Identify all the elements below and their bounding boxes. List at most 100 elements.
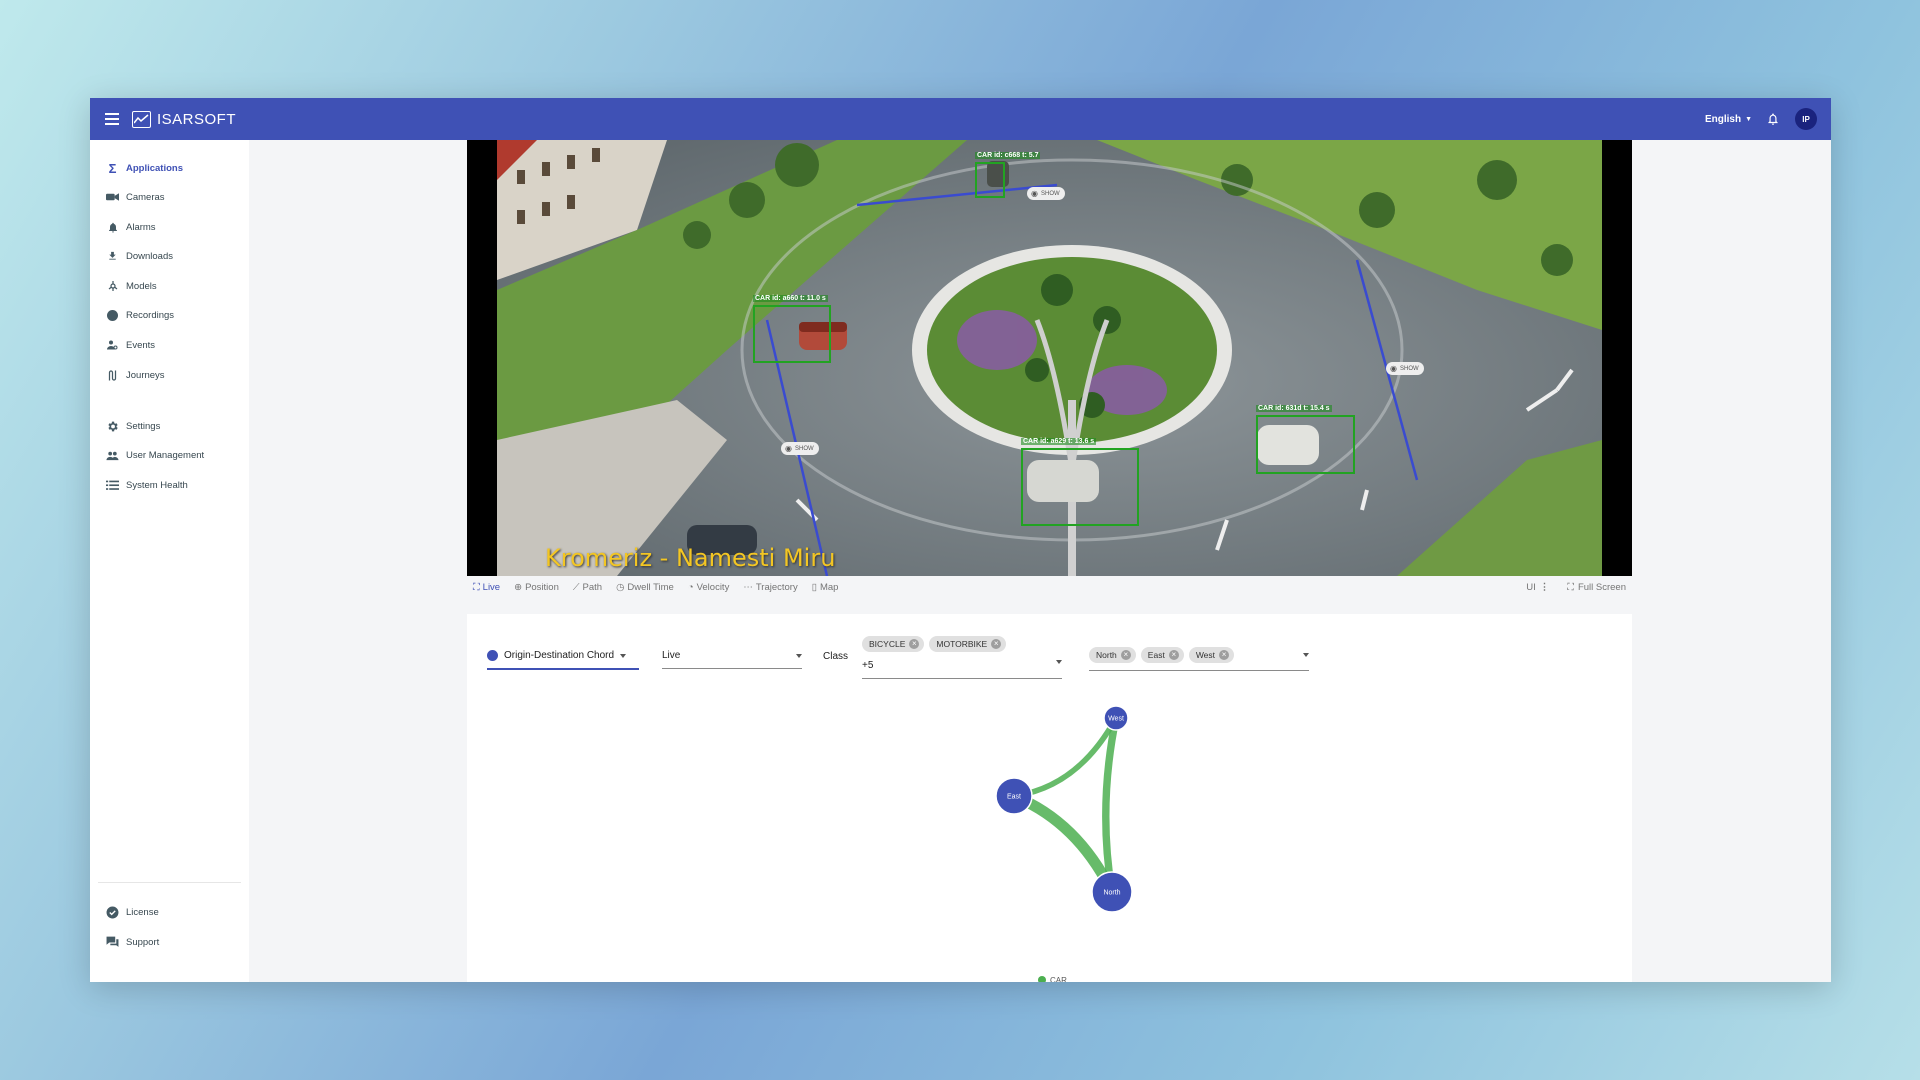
more-vert-icon: ⋮ <box>1539 581 1550 593</box>
user-avatar[interactable]: IP <box>1795 108 1817 130</box>
detection-box <box>1256 415 1355 474</box>
sidebar-item-label: Downloads <box>126 250 173 262</box>
dropdown-arrow-icon <box>620 653 627 658</box>
zone-select[interactable]: North × East × West × <box>1089 647 1309 663</box>
show-chip-label: SHOW <box>794 445 814 452</box>
zone-chip: West × <box>1188 647 1235 663</box>
brand-logo[interactable]: ISARSOFT <box>132 110 237 128</box>
mode-select[interactable]: Live <box>662 650 802 661</box>
menu-icon[interactable] <box>105 113 119 125</box>
position-icon: ⊕ <box>514 581 523 593</box>
sidebar: Σ Applications Cameras Alarms Downloads … <box>90 140 249 982</box>
verified-icon <box>106 906 119 919</box>
notifications-bell-icon[interactable] <box>1766 112 1780 126</box>
detection-label: CAR id: 631d t: 15.4 s <box>1256 405 1332 412</box>
fullscreen-button[interactable]: ⛶ Full Screen <box>1567 582 1626 593</box>
sidebar-item-label: Support <box>126 936 160 948</box>
detection-label: CAR id: a629 t: 13.6 s <box>1021 438 1097 445</box>
chip-remove-icon[interactable]: × <box>1168 650 1179 660</box>
trajectory-icon: ⋯ <box>743 581 753 593</box>
tab-velocity[interactable]: ◔ Velocity <box>688 582 730 593</box>
tab-label: Trajectory <box>755 581 798 593</box>
brand-name: ISARSOFT <box>157 110 237 128</box>
detection-box <box>753 305 831 363</box>
chord-node-label: West <box>1108 716 1124 723</box>
show-line-chip[interactable]: ◉ SHOW <box>1386 362 1424 375</box>
chip-label: North <box>1096 650 1117 660</box>
sigma-icon: Σ <box>108 160 117 176</box>
chip-remove-icon[interactable]: × <box>991 639 1002 649</box>
sidebar-item-support[interactable]: Support <box>106 934 159 950</box>
map-icon: ▯ <box>811 581 817 593</box>
eye-icon: ◉ <box>1031 189 1038 198</box>
live-icon: ⛶ <box>473 581 480 593</box>
sidebar-item-user-management[interactable]: User Management <box>106 447 204 463</box>
sidebar-item-recordings[interactable]: Recordings <box>106 307 174 323</box>
show-chip-label: SHOW <box>1399 365 1419 372</box>
sidebar-item-label: System Health <box>126 479 188 491</box>
ui-menu[interactable]: UI ⋮ <box>1526 582 1549 593</box>
dropdown-arrow-icon <box>796 653 802 658</box>
path-icon: ⟋ <box>572 581 580 593</box>
camera-video-feed[interactable]: CAR id: a660 t: 11.0 s CAR id: a629 t: 1… <box>467 140 1632 576</box>
chord-flow-west-north[interactable] <box>1102 717 1120 893</box>
tab-label: Path <box>582 581 603 593</box>
chip-label: East <box>1147 650 1165 660</box>
sidebar-item-label: User Management <box>126 449 205 461</box>
sidebar-item-label: Events <box>126 339 156 351</box>
class-chip: MOTORBIKE × <box>929 636 1007 652</box>
gear-icon <box>106 420 119 433</box>
show-line-chip[interactable]: ◉ SHOW <box>1027 187 1065 200</box>
sidebar-item-events[interactable]: Events <box>106 337 155 353</box>
sidebar-item-label: Recordings <box>126 309 175 321</box>
list-icon <box>106 479 119 492</box>
show-line-chip[interactable]: ◉ SHOW <box>781 442 819 455</box>
sidebar-item-license[interactable]: License <box>106 904 159 920</box>
tab-label: Dwell Time <box>627 581 674 593</box>
chip-remove-icon[interactable]: × <box>1120 650 1131 660</box>
users-icon <box>106 449 119 462</box>
chart-type-select[interactable]: Origin-Destination Chord <box>487 650 627 661</box>
sidebar-item-label: Journeys <box>126 369 165 381</box>
chart-type-value: Origin-Destination Chord <box>504 650 615 661</box>
sidebar-item-label: License <box>126 906 159 918</box>
sidebar-item-applications[interactable]: Σ Applications <box>106 160 183 176</box>
analytics-panel: Origin-Destination Chord Live Class BICY… <box>467 614 1632 982</box>
sidebar-item-system-health[interactable]: System Health <box>106 477 188 493</box>
class-select[interactable]: BICYCLE × MOTORBIKE × +5 <box>862 636 1062 671</box>
chip-remove-icon[interactable]: × <box>1219 650 1230 660</box>
chord-flow-east-west[interactable] <box>1013 716 1119 799</box>
sidebar-item-settings[interactable]: Settings <box>106 418 160 434</box>
sidebar-item-downloads[interactable]: Downloads <box>106 248 173 264</box>
tab-label: Live <box>482 581 501 593</box>
sidebar-item-models[interactable]: Models <box>106 278 157 294</box>
tab-live[interactable]: ⛶ Live <box>473 582 500 593</box>
sidebar-item-alarms[interactable]: Alarms <box>106 219 156 235</box>
top-bar: ISARSOFT English ▼ IP <box>90 98 1831 140</box>
language-select[interactable]: English ▼ <box>1705 114 1752 125</box>
detection-box <box>1021 448 1139 526</box>
chip-label: West <box>1195 650 1216 660</box>
sidebar-item-label: Settings <box>126 420 161 432</box>
fullscreen-label: Full Screen <box>1577 581 1626 593</box>
detection-box <box>975 162 1005 198</box>
eye-icon: ◉ <box>1390 364 1397 373</box>
zone-chip: East × <box>1140 647 1184 663</box>
sidebar-item-label: Models <box>126 280 157 292</box>
tab-dwell-time[interactable]: ◷ Dwell Time <box>616 582 674 593</box>
journeys-icon <box>106 369 119 382</box>
chip-remove-icon[interactable]: × <box>909 639 920 649</box>
download-icon <box>106 250 119 263</box>
tab-map[interactable]: ▯ Map <box>812 582 839 593</box>
detection-label: CAR id: c668 t: 5.7 <box>975 152 1041 159</box>
camera-icon <box>106 191 119 204</box>
sidebar-divider <box>98 882 241 883</box>
sidebar-item-cameras[interactable]: Cameras <box>106 189 165 205</box>
sidebar-item-journeys[interactable]: Journeys <box>106 367 165 383</box>
tab-position[interactable]: ⊕ Position <box>514 582 559 593</box>
roundabout-scene: CAR id: a660 t: 11.0 s CAR id: a629 t: 1… <box>497 140 1602 576</box>
tab-trajectory[interactable]: ⋯ Trajectory <box>743 582 797 593</box>
tab-label: Map <box>819 581 839 593</box>
tab-path[interactable]: ⟋ Path <box>573 582 602 593</box>
logo-icon <box>132 110 151 128</box>
